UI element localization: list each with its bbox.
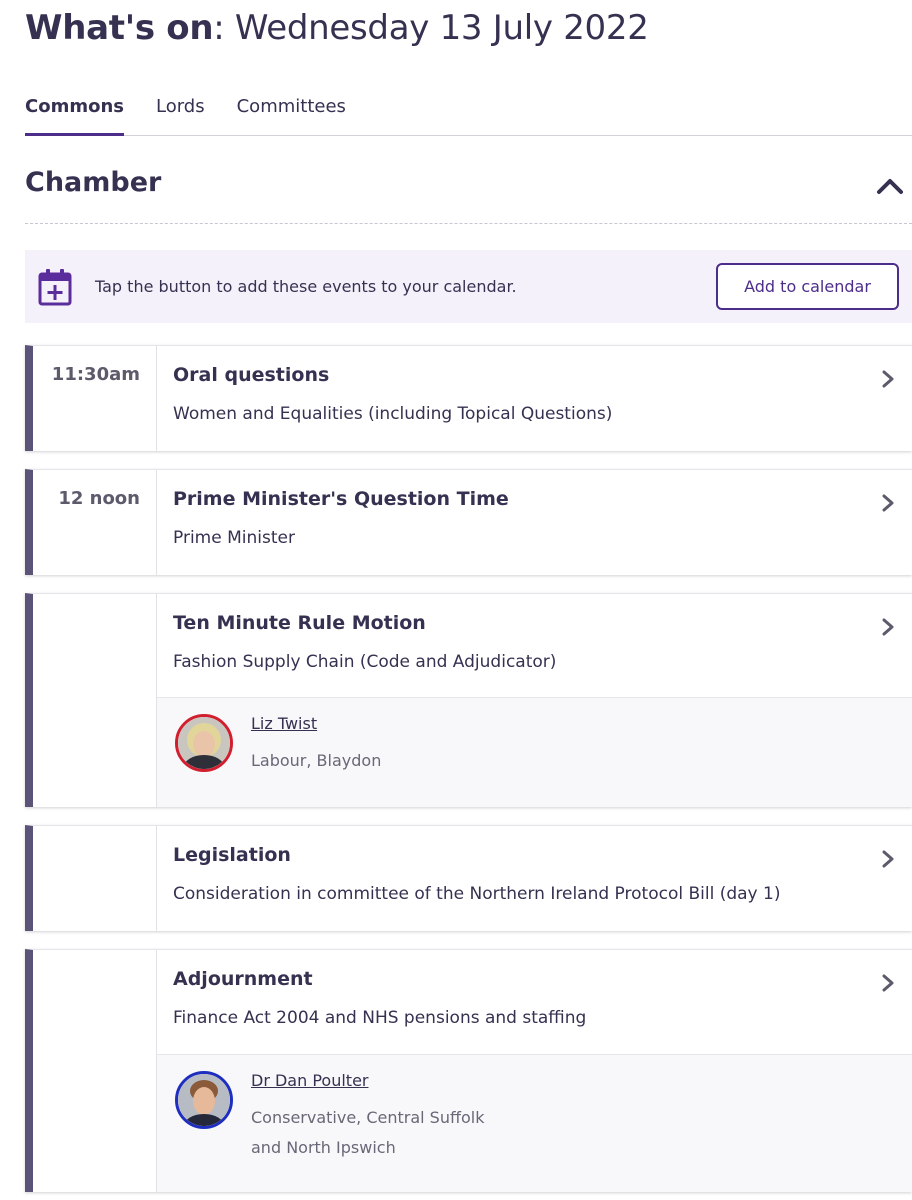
event-time: [33, 826, 157, 931]
calendar-banner-text: Tap the button to add these events to yo…: [95, 277, 517, 296]
avatar: [175, 714, 233, 772]
event-body: Ten Minute Rule Motion Fashion Supply Ch…: [157, 594, 912, 807]
tab-commons[interactable]: Commons: [25, 96, 124, 136]
event-title: Oral questions: [173, 364, 330, 386]
event-subtitle: Women and Equalities (including Topical …: [173, 404, 613, 424]
event-subtitle: Finance Act 2004 and NHS pensions and st…: [173, 1008, 587, 1028]
calendar-banner: Tap the button to add these events to yo…: [25, 250, 912, 323]
event-subtitle: Prime Minister: [173, 528, 295, 548]
chevron-right-icon: [882, 370, 894, 388]
event-title: Legislation: [173, 844, 291, 866]
section-title: Chamber: [25, 167, 162, 198]
chevron-up-icon[interactable]: [872, 168, 908, 204]
avatar: [175, 1071, 233, 1129]
chevron-right-icon: [882, 850, 894, 868]
event-card[interactable]: 12 noon Prime Minister's Question Time P…: [25, 469, 912, 575]
event-title: Adjournment: [173, 968, 313, 990]
chevron-right-icon: [882, 494, 894, 512]
page-title-label: What's on: [25, 8, 214, 48]
tab-lords[interactable]: Lords: [156, 96, 205, 136]
event-subtitle: Consideration in committee of the Northe…: [173, 884, 781, 904]
event-time: [33, 950, 157, 1192]
chevron-right-icon: [882, 618, 894, 636]
chevron-right-icon: [882, 974, 894, 992]
page-title-date: : Wednesday 13 July 2022: [213, 8, 649, 48]
event-subtitle: Fashion Supply Chain (Code and Adjudicat…: [173, 652, 557, 672]
event-card[interactable]: Adjournment Finance Act 2004 and NHS pen…: [25, 949, 912, 1192]
house-tabs: Commons Lords Committees: [25, 96, 912, 136]
event-title: Prime Minister's Question Time: [173, 488, 509, 510]
event-body: Oral questions Women and Equalities (inc…: [157, 346, 912, 451]
add-to-calendar-button[interactable]: Add to calendar: [716, 263, 899, 310]
event-body: Legislation Consideration in committee o…: [157, 826, 912, 931]
event-card[interactable]: Ten Minute Rule Motion Fashion Supply Ch…: [25, 593, 912, 807]
member-party: Conservative, Central Suffolk and North …: [251, 1108, 485, 1157]
member-party: Labour, Blaydon: [251, 751, 382, 770]
event-body: Adjournment Finance Act 2004 and NHS pen…: [157, 950, 912, 1192]
event-time: [33, 594, 157, 807]
member-box: Liz Twist Labour, Blaydon: [157, 697, 912, 807]
event-card[interactable]: Legislation Consideration in committee o…: [25, 825, 912, 931]
member-name-link[interactable]: Liz Twist: [251, 714, 317, 733]
member-name-link[interactable]: Dr Dan Poulter: [251, 1071, 368, 1090]
event-title: Ten Minute Rule Motion: [173, 612, 426, 634]
member-box: Dr Dan Poulter Conservative, Central Suf…: [157, 1054, 912, 1192]
tab-committees[interactable]: Committees: [237, 96, 346, 136]
event-body: Prime Minister's Question Time Prime Min…: [157, 470, 912, 575]
page-title: What's on: Wednesday 13 July 2022: [25, 6, 649, 50]
event-card[interactable]: 11:30am Oral questions Women and Equalit…: [25, 345, 912, 451]
event-time: 12 noon: [33, 470, 157, 575]
chamber-section-header[interactable]: Chamber: [25, 160, 912, 224]
event-time: 11:30am: [33, 346, 157, 451]
calendar-add-icon: [38, 268, 72, 305]
